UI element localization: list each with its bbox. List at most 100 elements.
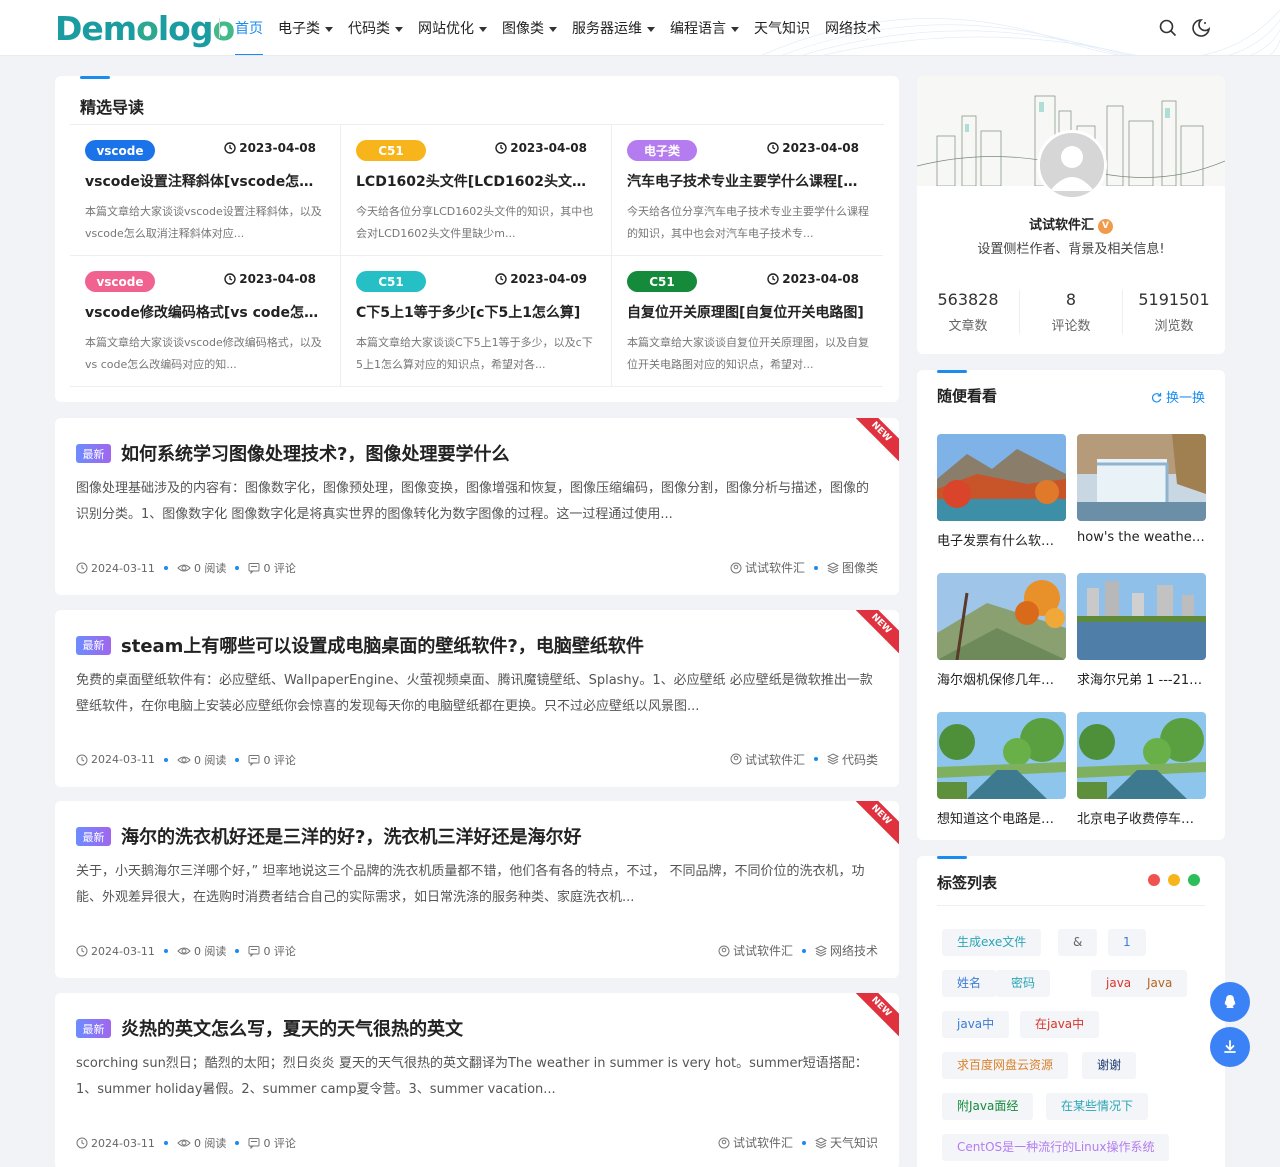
post-title[interactable]: 如何系统学习图像处理技术?，图像处理要学什么 <box>121 440 509 466</box>
logo-divider <box>219 18 220 38</box>
category-tag[interactable]: 电子类 <box>627 140 697 161</box>
post-card[interactable]: NEW 最新 炎热的英文怎么写，夏天的天气很热的英文 scorching sun烈日；… <box>55 993 899 1167</box>
tag-item[interactable]: 附Java面经 <box>942 1093 1034 1120</box>
comment-count[interactable]: 0 评论 <box>263 1135 296 1151</box>
new-ribbon: NEW <box>847 993 899 1042</box>
random-post-item[interactable]: 北京电子收费停车怎么缴费 <box>1077 712 1206 827</box>
featured-item-title[interactable]: LCD1602头文件[LCD1602头文件缺少] <box>356 171 596 191</box>
clock-icon <box>76 1137 88 1149</box>
random-post-title[interactable]: 海尔烟机保修几年，海尔 <box>937 669 1066 688</box>
tag-item[interactable]: 在java中 <box>1020 1011 1100 1038</box>
avatar[interactable] <box>1037 130 1107 200</box>
site-header: Demologo 首页 电子类 代码类 网站优化 图像类 服务器运维 编程语言 天气知识 网络技… <box>0 0 1280 56</box>
featured-item[interactable]: vscode 2023-04-08 vscode设置注释斜体[vscode怎么取消注… <box>70 125 341 256</box>
category-tag[interactable]: C51 <box>627 271 697 292</box>
featured-item-title[interactable]: vscode设置注释斜体[vscode怎么取消注释斜体] <box>85 171 325 191</box>
random-post-item[interactable]: 想知道这个电路是什么原理 <box>937 712 1066 827</box>
post-card[interactable]: NEW 最新 海尔的洗衣机好还是三洋的好?，洗衣机三洋好还是海尔好 关于，小天鹅海尔三… <box>55 801 899 979</box>
post-thumbnail[interactable] <box>937 434 1066 521</box>
post-author[interactable]: 试试软件汇 <box>733 1134 793 1151</box>
clock-icon <box>767 142 779 154</box>
post-thumbnail[interactable] <box>1077 434 1206 521</box>
nav-item-6[interactable]: 编程语言 <box>670 0 739 55</box>
post-author[interactable]: 试试软件汇 <box>745 751 805 768</box>
post-thumbnail[interactable] <box>1077 712 1206 799</box>
random-post-title[interactable]: how's the weather today <box>1077 530 1206 545</box>
featured-item-title[interactable]: 汽车电子技术专业主要学什么课程[汽车电子技术] <box>627 171 867 191</box>
post-category[interactable]: 网络技术 <box>830 942 878 959</box>
post-meta-right: 试试软件汇 网络技术 <box>718 942 878 959</box>
post-author[interactable]: 试试软件汇 <box>745 559 805 576</box>
comment-icon <box>248 754 260 766</box>
post-title[interactable]: 海尔的洗衣机好还是三洋的好?，洗衣机三洋好还是海尔好 <box>121 823 581 849</box>
category-tag[interactable]: vscode <box>85 271 155 292</box>
category-tag[interactable]: vscode <box>85 140 155 161</box>
featured-item[interactable]: 电子类 2023-04-08 汽车电子技术专业主要学什么课程[汽车电子技术] 今天给各… <box>612 125 883 256</box>
tag-item[interactable]: 1 <box>1108 929 1146 956</box>
tag-item[interactable]: 求百度网盘云资源 <box>942 1052 1069 1079</box>
post-meta: 2024-03-11 0 阅读 0 评论 <box>76 560 296 576</box>
comment-count[interactable]: 0 评论 <box>263 560 296 576</box>
site-logo[interactable]: Demologo <box>55 9 235 48</box>
tag-item[interactable]: java中 <box>942 1011 1010 1038</box>
nav-item-5[interactable]: 服务器运维 <box>572 0 655 55</box>
random-post-item[interactable]: how's the weather today <box>1077 434 1206 545</box>
nav-item-3[interactable]: 网站优化 <box>418 0 487 55</box>
featured-item-title[interactable]: 自复位开关原理图[自复位开关电路图] <box>627 302 867 322</box>
post-category[interactable]: 天气知识 <box>830 1134 878 1151</box>
category-icon <box>826 753 839 765</box>
post-card[interactable]: NEW 最新 如何系统学习图像处理技术?，图像处理要学什么 图像处理基础涉及的内容有：… <box>55 418 899 595</box>
clock-icon <box>224 273 236 285</box>
chevron-down-icon <box>479 26 487 32</box>
post-category[interactable]: 代码类 <box>842 751 878 768</box>
date-text: 2023-04-09 <box>510 272 587 286</box>
search-icon[interactable] <box>1158 18 1178 38</box>
nav-item-7[interactable]: 天气知识 <box>754 0 810 55</box>
featured-item[interactable]: C51 2023-04-09 C下5上1等于多少[c下5上1怎么算] 本篇文章给大家谈… <box>341 256 612 387</box>
comment-count[interactable]: 0 评论 <box>263 943 296 959</box>
post-title[interactable]: steam上有哪些可以设置成电脑桌面的壁纸软件?，电脑壁纸软件 <box>121 632 644 658</box>
random-post-item[interactable]: 海尔烟机保修几年，海尔 <box>937 573 1066 688</box>
download-button[interactable] <box>1210 1027 1250 1067</box>
random-post-title[interactable]: 电子发票有什么软件可以开具? <box>937 530 1066 549</box>
author-name[interactable]: 试试软件汇 V <box>917 214 1225 234</box>
post-thumbnail[interactable] <box>937 712 1066 799</box>
chevron-down-icon <box>395 26 403 32</box>
nav-item-2[interactable]: 代码类 <box>348 0 403 55</box>
post-category[interactable]: 图像类 <box>842 559 878 576</box>
nav-item-4[interactable]: 图像类 <box>502 0 557 55</box>
swap-button[interactable]: 换一换 <box>1151 387 1205 406</box>
tag-item[interactable]: 生成exe文件 <box>942 929 1042 956</box>
nav-item-1[interactable]: 电子类 <box>278 0 333 55</box>
featured-item-title[interactable]: vscode修改编码格式[vs code怎么改编码] <box>85 302 325 322</box>
post-thumbnail[interactable] <box>1077 573 1206 660</box>
post-title[interactable]: 炎热的英文怎么写，夏天的天气很热的英文 <box>121 1015 463 1041</box>
tag-item[interactable]: 姓名 <box>942 970 997 997</box>
tag-item[interactable]: Java <box>1132 970 1188 997</box>
category-tag[interactable]: C51 <box>356 140 426 161</box>
featured-item[interactable]: vscode 2023-04-08 vscode修改编码格式[vs code怎么改编… <box>70 256 341 387</box>
random-post-title[interactable]: 北京电子收费停车怎么缴费 <box>1077 808 1206 827</box>
random-post-title[interactable]: 求海尔兄弟 1 ---212 集 <box>1077 669 1206 688</box>
post-thumbnail[interactable] <box>937 573 1066 660</box>
featured-item[interactable]: C51 2023-04-08 自复位开关原理图[自复位开关电路图] 本篇文章给大家谈谈… <box>612 256 883 387</box>
post-author[interactable]: 试试软件汇 <box>733 942 793 959</box>
random-post-title[interactable]: 想知道这个电路是什么原理 <box>937 808 1066 827</box>
featured-item-title[interactable]: C下5上1等于多少[c下5上1怎么算] <box>356 302 596 322</box>
comment-count[interactable]: 0 评论 <box>263 752 296 768</box>
featured-item[interactable]: C51 2023-04-08 LCD1602头文件[LCD1602头文件缺少] 今天给… <box>341 125 612 256</box>
tag-item[interactable]: CentOS是一种流行的Linux操作系统 <box>942 1134 1170 1161</box>
post-card[interactable]: NEW 最新 steam上有哪些可以设置成电脑桌面的壁纸软件?，电脑壁纸软件 免费的桌… <box>55 609 899 787</box>
random-post-item[interactable]: 电子发票有什么软件可以开具? <box>937 434 1066 549</box>
nav-item-8[interactable]: 网络技术 <box>825 0 881 55</box>
tag-item[interactable]: 在某些情况下 <box>1046 1093 1149 1120</box>
random-post-item[interactable]: 求海尔兄弟 1 ---212 集 <box>1077 573 1206 688</box>
category-tag[interactable]: C51 <box>356 271 426 292</box>
tag-item[interactable]: 谢谢 <box>1082 1052 1137 1079</box>
nav-item-0[interactable]: 首页 <box>235 0 263 55</box>
tag-item[interactable]: 密码 <box>996 970 1051 997</box>
qq-contact-button[interactable] <box>1210 982 1250 1022</box>
theme-toggle-icon[interactable] <box>1191 18 1211 38</box>
author-icon <box>718 1137 730 1149</box>
tag-item[interactable]: & <box>1058 929 1098 956</box>
